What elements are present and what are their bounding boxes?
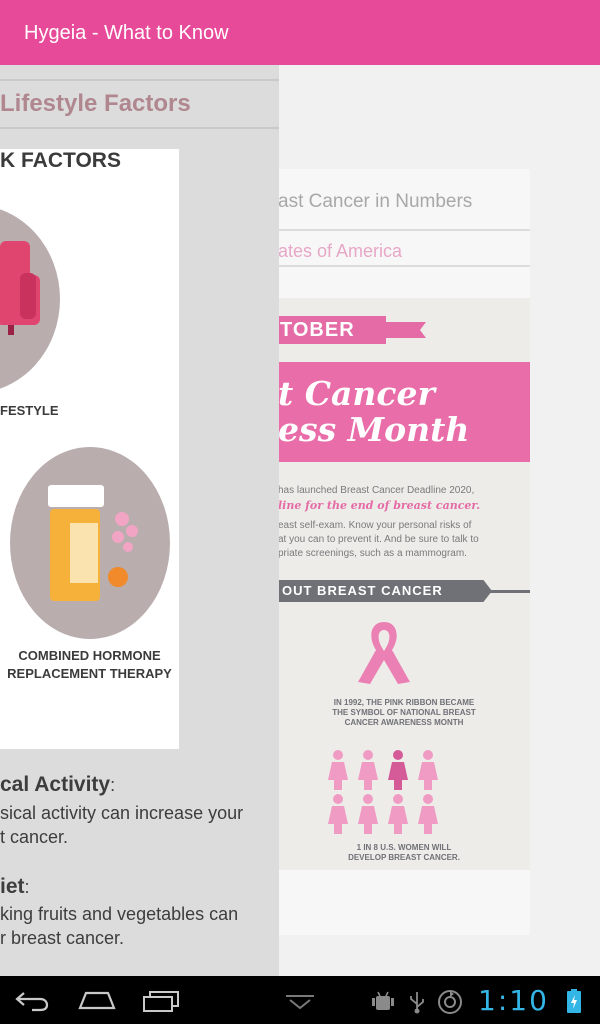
physical-colon: : [110, 775, 116, 795]
app-title: Hygeia - What to Know [24, 22, 229, 44]
women-icon-grid [328, 750, 438, 834]
about-line [488, 590, 530, 593]
diet-line: r breast cancer. [0, 928, 125, 948]
pill-bottle-icon [10, 447, 170, 639]
tag-flag [386, 322, 426, 338]
physical-heading-text: cal Activity [0, 773, 111, 796]
hrt-label-line1: COMBINED HORMONE [18, 648, 161, 663]
android-debug-icon [372, 991, 394, 1010]
banner-line2: ess Month [278, 410, 470, 449]
physical-line: sical activity can increase your [0, 803, 244, 823]
ribbon-caption-3: CANCER AWARENESS MONTH [344, 718, 464, 727]
deadline-text: has launched Breast Cancer Deadline 2020… [278, 485, 475, 496]
advice-line: east self-exam. Know your personal risks… [278, 520, 472, 531]
diet-heading: iet: [0, 875, 30, 899]
deadline-tagline: line for the end of breast cancer. [278, 499, 481, 512]
about-banner: OUT BREAST CANCER [278, 580, 492, 602]
system-nav-bar: 1:10 [0, 976, 600, 1024]
status-clock: 1:10 [478, 984, 549, 1017]
divider [278, 265, 530, 267]
page-subtitle: ates of America [278, 241, 403, 261]
collapse-icon[interactable] [284, 994, 316, 1010]
sync-icon [438, 990, 462, 1014]
women-caption-1: 1 IN 8 U.S. WOMEN WILL [356, 843, 452, 852]
physical-activity-heading: cal Activity: [0, 773, 115, 797]
diet-colon: : [24, 877, 30, 897]
infographic: TOBER t Cancer ess Month has launched Br… [278, 298, 530, 870]
women-caption-2: DEVELOP BREAST CANCER. [348, 853, 460, 862]
divider [0, 79, 279, 81]
navigation-drawer[interactable]: Lifestyle Factors K FACTORS FESTYLE COMB… [0, 65, 279, 976]
physical-line: t cancer. [0, 827, 69, 847]
content-area: ast Cancer in Numbers ates of America TO… [0, 65, 600, 976]
ribbon-caption-1: IN 1992, THE PINK RIBBON BECAME [333, 698, 475, 707]
card-title: K FACTORS [0, 149, 121, 172]
banner-line1: t Cancer [278, 374, 435, 413]
month-tag: TOBER [278, 316, 386, 344]
diet-heading-text: iet [0, 875, 25, 898]
hrt-label: COMBINED HORMONE REPLACEMENT THERAPY [0, 647, 179, 683]
sofa-icon [0, 209, 60, 389]
risk-factors-image: K FACTORS FESTYLE COMBINED HORMONE REPLA… [0, 149, 179, 749]
diet-line: king fruits and vegetables can [0, 904, 239, 924]
pink-ribbon-icon [358, 622, 410, 684]
divider [0, 127, 279, 129]
awareness-banner: t Cancer ess Month [278, 362, 530, 462]
hrt-label-line2: REPLACEMENT THERAPY [7, 666, 172, 681]
home-icon[interactable] [78, 990, 116, 1010]
lifestyle-label: FESTYLE [0, 403, 59, 418]
background-page: ast Cancer in Numbers ates of America TO… [278, 169, 530, 935]
advice-line: at you can to prevent it. And be sure to… [278, 534, 479, 545]
page-title: ast Cancer in Numbers [278, 191, 473, 212]
usb-icon [410, 992, 424, 1014]
drawer-header[interactable]: Lifestyle Factors [0, 90, 191, 118]
battery-icon [567, 989, 581, 1013]
back-icon[interactable] [14, 990, 50, 1012]
ribbon-caption-2: THE SYMBOL OF NATIONAL BREAST [332, 708, 476, 717]
advice-line: priate screenings, such as a mammogram. [278, 548, 467, 559]
divider [278, 229, 530, 231]
app-bar: Hygeia - What to Know [0, 0, 600, 65]
recent-apps-icon[interactable] [142, 990, 180, 1012]
